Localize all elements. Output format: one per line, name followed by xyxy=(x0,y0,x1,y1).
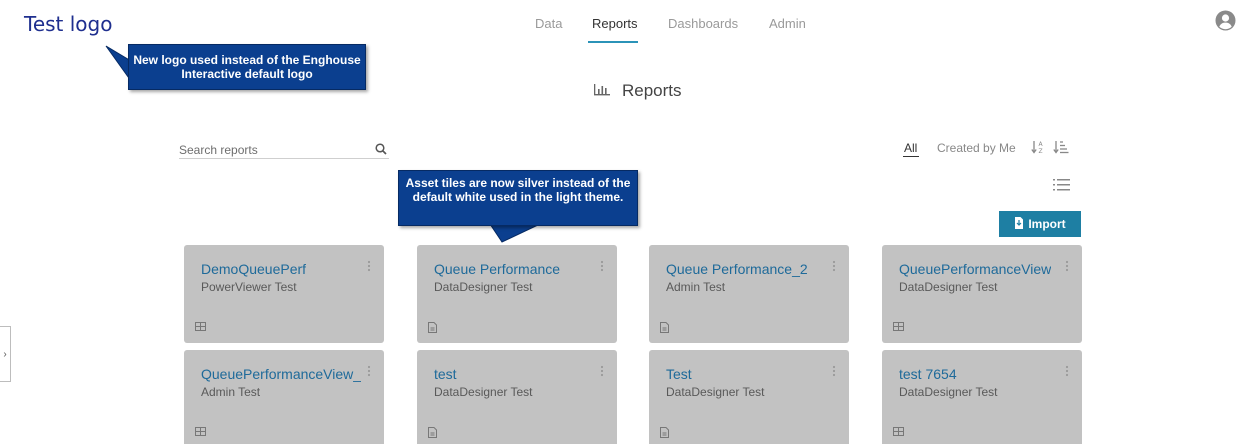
search-input[interactable] xyxy=(179,143,359,157)
report-tile[interactable]: Queue Performance_2 Admin Test xyxy=(649,245,849,343)
user-account-icon[interactable] xyxy=(1215,10,1236,31)
tile-title[interactable]: DemoQueuePerf xyxy=(201,261,306,277)
report-tile[interactable]: QueuePerformanceView DataDesigner Test xyxy=(882,245,1082,343)
table-icon xyxy=(893,427,904,436)
sort-alpha-icon[interactable]: A Z xyxy=(1031,140,1045,159)
report-tile[interactable]: DemoQueuePerf PowerViewer Test xyxy=(184,245,384,343)
tab-dashboards[interactable]: Dashboards xyxy=(668,16,738,31)
tile-title[interactable]: Queue Performance xyxy=(434,261,560,277)
tile-subtitle: DataDesigner Test xyxy=(899,385,998,399)
bar-chart-icon xyxy=(594,81,610,101)
report-tile[interactable]: QueuePerformanceView_ Admin Test xyxy=(184,350,384,444)
active-tab-indicator xyxy=(588,41,638,43)
document-icon xyxy=(660,322,669,333)
tile-subtitle: DataDesigner Test xyxy=(434,385,533,399)
tile-subtitle: PowerViewer Test xyxy=(201,280,297,294)
import-icon xyxy=(1014,216,1024,232)
tile-subtitle: Admin Test xyxy=(666,280,726,294)
top-nav: Data Reports Dashboards Admin xyxy=(0,14,1248,44)
tile-title[interactable]: Queue Performance_2 xyxy=(666,261,808,277)
table-icon xyxy=(893,322,904,331)
tile-title[interactable]: test 7654 xyxy=(899,366,957,382)
filter-all[interactable]: All xyxy=(904,141,917,155)
more-options-icon[interactable] xyxy=(1065,260,1069,272)
filter-created-by-me[interactable]: Created by Me xyxy=(937,141,1016,155)
table-icon xyxy=(195,322,206,331)
report-tile[interactable]: test 7654 DataDesigner Test xyxy=(882,350,1082,444)
tile-title[interactable]: test xyxy=(434,366,457,382)
svg-text:Z: Z xyxy=(1039,148,1043,154)
import-label: Import xyxy=(1028,217,1066,231)
tile-subtitle: DataDesigner Test xyxy=(434,280,533,294)
filter-active-indicator xyxy=(903,156,919,157)
page-title-text: Reports xyxy=(622,81,682,100)
tile-subtitle: DataDesigner Test xyxy=(899,280,998,294)
report-tile[interactable]: test DataDesigner Test xyxy=(417,350,617,444)
tile-title[interactable]: QueuePerformanceView xyxy=(899,261,1051,277)
callout-pointer xyxy=(489,224,541,243)
document-icon xyxy=(428,427,437,438)
more-options-icon[interactable] xyxy=(367,365,371,377)
tab-data[interactable]: Data xyxy=(535,16,562,31)
tile-title[interactable]: Test xyxy=(666,366,692,382)
table-icon xyxy=(195,427,206,436)
search-icon[interactable] xyxy=(375,142,387,160)
tab-admin[interactable]: Admin xyxy=(769,16,806,31)
sort-list-icon[interactable] xyxy=(1053,140,1069,159)
report-tile[interactable]: Queue Performance DataDesigner Test xyxy=(417,245,617,343)
logo-callout: New logo used instead of the Enghouse In… xyxy=(128,44,366,90)
report-tile[interactable]: Test DataDesigner Test xyxy=(649,350,849,444)
document-icon xyxy=(660,427,669,438)
import-button[interactable]: Import xyxy=(999,211,1081,237)
tile-subtitle: Admin Test xyxy=(201,385,261,399)
tab-reports[interactable]: Reports xyxy=(592,16,638,31)
tile-subtitle: DataDesigner Test xyxy=(666,385,765,399)
svg-text:A: A xyxy=(1039,141,1044,148)
side-panel-toggle[interactable]: › xyxy=(0,326,11,382)
page-title: Reports xyxy=(594,81,682,101)
document-icon xyxy=(428,322,437,333)
more-options-icon[interactable] xyxy=(600,260,604,272)
more-options-icon[interactable] xyxy=(1065,365,1069,377)
more-options-icon[interactable] xyxy=(832,260,836,272)
tiles-callout: Asset tiles are now silver instead of th… xyxy=(398,170,638,226)
more-options-icon[interactable] xyxy=(832,365,836,377)
list-view-icon[interactable] xyxy=(1053,178,1070,197)
tile-title[interactable]: QueuePerformanceView_ xyxy=(201,366,361,382)
more-options-icon[interactable] xyxy=(600,365,604,377)
more-options-icon[interactable] xyxy=(367,260,371,272)
search-box xyxy=(179,141,389,159)
chevron-right-icon: › xyxy=(3,348,7,360)
